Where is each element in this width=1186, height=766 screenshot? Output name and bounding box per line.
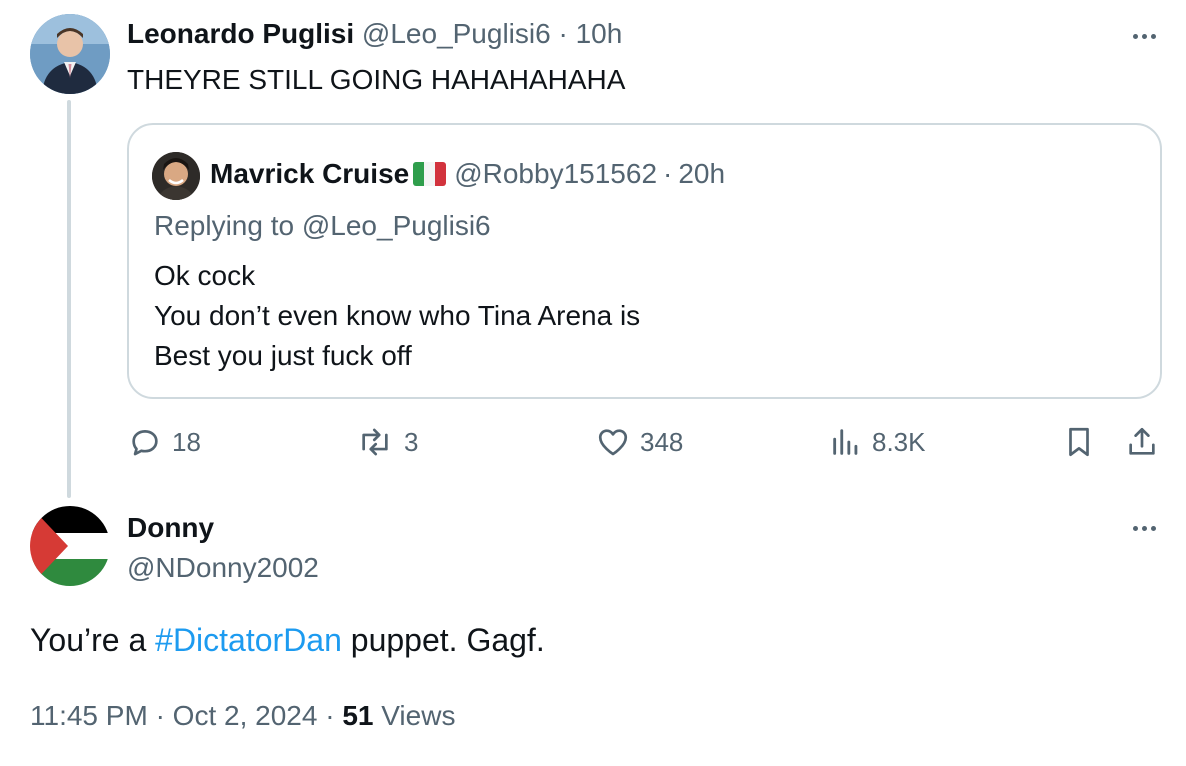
author-name[interactable]: Donny <box>127 510 214 546</box>
separator-dot: · <box>155 700 165 731</box>
author-name[interactable]: Leonardo Puglisi <box>127 18 354 49</box>
tweet-header: Leonardo Puglisi @Leo_Puglisi6 · 10h <box>127 16 622 52</box>
quoted-tweet-header: Mavrick Cruise @Robby151562 · 20h <box>210 156 725 192</box>
share-icon <box>1129 427 1155 455</box>
tweet-meta: 11:45 PM · Oct 2, 2024 · 51 Views <box>30 698 455 734</box>
replying-to: Replying to @Leo_Puglisi6 <box>154 210 491 241</box>
palestine-flag-icon <box>30 506 110 586</box>
like-button[interactable]: 348 <box>596 422 683 462</box>
views-count: 8.3K <box>872 426 926 457</box>
author-name[interactable]: Mavrick Cruise <box>210 156 409 192</box>
reply-count: 18 <box>172 426 201 457</box>
quoted-tweet-text: Ok cock You don’t even know who Tina Are… <box>154 256 640 376</box>
avatar[interactable] <box>30 14 110 94</box>
timestamp[interactable]: 10h <box>576 18 623 49</box>
author-handle[interactable]: @Leo_Puglisi6 <box>362 18 551 49</box>
separator-dot: · <box>558 18 568 49</box>
italy-flag-icon <box>413 162 447 186</box>
tweet-text: THEYRE STILL GOING HAHAHAHAHA <box>127 64 626 95</box>
share-button[interactable] <box>1126 422 1158 462</box>
separator-dot: · <box>325 700 335 731</box>
more-icon[interactable] <box>1124 24 1164 48</box>
tweet-text-after: puppet. Gagf. <box>341 622 545 658</box>
views-icon <box>833 429 858 455</box>
like-icon <box>598 429 628 456</box>
repost-count: 3 <box>404 426 419 457</box>
repost-icon <box>362 428 388 456</box>
reply-icon <box>132 430 158 456</box>
quoted-text-line: Best you just fuck off <box>154 340 412 371</box>
timestamp[interactable]: 20h <box>678 156 725 192</box>
post-time[interactable]: 11:45 PM <box>30 700 148 731</box>
repost-button[interactable]: 3 <box>356 422 418 462</box>
quoted-text-line: You don’t even know who Tina Arena is <box>154 300 641 331</box>
views-count: 51 <box>342 700 374 731</box>
views-button[interactable]: 8.3K <box>830 422 926 462</box>
separator-dot: · <box>663 158 673 189</box>
more-icon[interactable] <box>1124 516 1164 540</box>
hashtag-link[interactable]: #DictatorDan <box>155 622 342 658</box>
avatar[interactable] <box>152 152 200 200</box>
bookmark-icon <box>1069 427 1089 457</box>
quoted-text-line: Ok cock <box>154 260 256 291</box>
thread-connector-line <box>67 100 71 498</box>
reply-button[interactable]: 18 <box>128 422 201 462</box>
author-handle[interactable]: @NDonny2002 <box>127 550 319 586</box>
quoted-tweet-card[interactable]: Mavrick Cruise @Robby151562 · 20h Replyi… <box>127 123 1162 399</box>
avatar-leo-image <box>30 14 110 94</box>
tweet-text-before: You’re a <box>30 622 156 658</box>
tweet-text: You’re a #DictatorDan puppet. Gagf. <box>30 619 545 661</box>
avatar-mavrick-image <box>152 152 200 200</box>
bookmark-button[interactable] <box>1064 422 1094 462</box>
author-handle[interactable]: @Robby151562 <box>454 156 657 192</box>
like-count: 348 <box>640 426 684 457</box>
views-label: Views <box>381 700 456 731</box>
post-date[interactable]: Oct 2, 2024 <box>173 700 318 731</box>
avatar[interactable] <box>30 506 110 586</box>
